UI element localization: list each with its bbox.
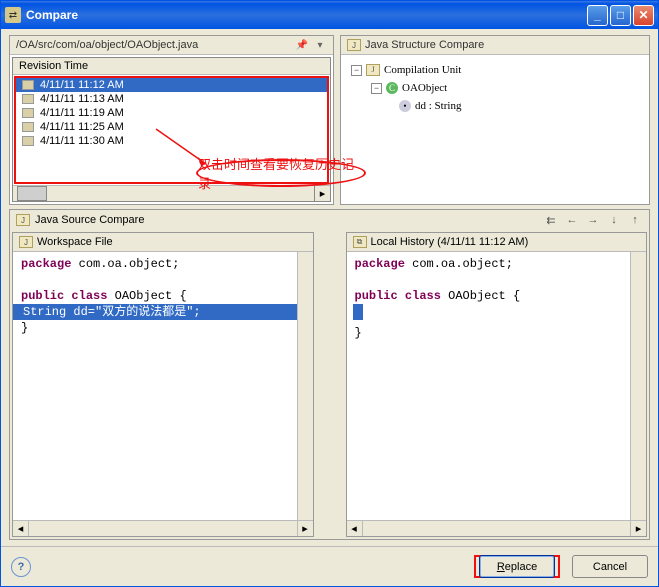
button-bar: ? Replace Cancel bbox=[1, 546, 658, 586]
source-compare-panel: J Java Source Compare ⇇ ← → ↓ ↑ J Workspa… bbox=[9, 209, 650, 540]
left-code[interactable]: package com.oa.object; public class OAOb… bbox=[13, 252, 297, 520]
menu-icon[interactable]: ▾ bbox=[313, 39, 327, 51]
tree-label: dd : String bbox=[415, 97, 461, 115]
right-title: Local History (4/11/11 11:12 AM) bbox=[371, 236, 529, 248]
replace-button[interactable]: Replace bbox=[479, 555, 555, 578]
revision-icon bbox=[22, 108, 34, 118]
titlebar[interactable]: ⇄ Compare _ □ ✕ bbox=[1, 1, 658, 29]
prev-diff-icon[interactable]: ↑ bbox=[627, 213, 643, 227]
field-icon: • bbox=[399, 100, 411, 112]
local-history-panel: ⧉ Local History (4/11/11 11:12 AM) packag… bbox=[346, 232, 648, 537]
code-keyword: package bbox=[355, 257, 405, 271]
horizontal-scrollbar[interactable]: ◂▸ bbox=[347, 520, 647, 536]
collapse-icon[interactable]: − bbox=[371, 83, 382, 94]
revision-item[interactable]: 4/11/11 11:25 AM bbox=[16, 120, 327, 134]
revision-item[interactable]: 4/11/11 11:19 AM bbox=[16, 106, 327, 120]
code-keyword: public bbox=[21, 289, 64, 303]
compare-dialog: ⇄ Compare _ □ ✕ /OA/src/com/oa/object/OA… bbox=[0, 0, 659, 587]
diff-line-highlight: String dd="双方的说法都是"; bbox=[13, 304, 297, 320]
code-text: OAObject { bbox=[441, 289, 520, 303]
revision-scrollbar[interactable]: ▸ bbox=[13, 185, 330, 201]
minimize-button[interactable]: _ bbox=[587, 5, 608, 26]
java-icon: J bbox=[16, 214, 30, 226]
revision-icon bbox=[22, 94, 34, 104]
revision-items: 4/11/11 11:12 AM 4/11/11 11:13 AM 4/11/1… bbox=[14, 76, 329, 184]
workspace-file-panel: J Workspace File package com.oa.object; p… bbox=[12, 232, 314, 537]
left-title: Workspace File bbox=[37, 236, 113, 248]
revision-time: 4/11/11 11:19 AM bbox=[40, 107, 124, 119]
code-keyword: class bbox=[64, 289, 107, 303]
revision-icon bbox=[22, 136, 34, 146]
window-icon: ⇄ bbox=[5, 7, 21, 23]
revision-time: 4/11/11 11:12 AM bbox=[40, 79, 124, 91]
file-path: /OA/src/com/oa/object/OAObject.java bbox=[16, 39, 198, 51]
revision-item[interactable]: 4/11/11 11:30 AM bbox=[16, 134, 327, 148]
horizontal-scrollbar[interactable]: ◂▸ bbox=[13, 520, 313, 536]
java-icon: J bbox=[19, 236, 33, 248]
diff-gutter bbox=[314, 232, 346, 537]
revision-icon bbox=[22, 122, 34, 132]
source-compare-title: Java Source Compare bbox=[35, 214, 144, 226]
replace-label: eplace bbox=[505, 561, 537, 573]
replace-button-highlight: Replace bbox=[474, 555, 560, 578]
code-keyword: class bbox=[398, 289, 441, 303]
collapse-icon[interactable]: − bbox=[351, 65, 362, 76]
tree-label: Compilation Unit bbox=[384, 61, 461, 79]
class-icon: C bbox=[386, 82, 398, 94]
revision-time: 4/11/11 11:13 AM bbox=[40, 93, 124, 105]
code-text: com.oa.object; bbox=[71, 257, 179, 271]
cancel-button[interactable]: Cancel bbox=[572, 555, 648, 578]
code-text: OAObject { bbox=[107, 289, 186, 303]
code-text: } bbox=[21, 321, 28, 335]
help-button[interactable]: ? bbox=[11, 557, 31, 577]
tree-label: OAObject bbox=[402, 79, 447, 97]
revision-panel: /OA/src/com/oa/object/OAObject.java 📌 ▾ … bbox=[9, 35, 334, 205]
cancel-label: Cancel bbox=[593, 561, 627, 573]
right-code[interactable]: package com.oa.object; public class OAOb… bbox=[347, 252, 631, 520]
cu-icon: J bbox=[366, 64, 380, 76]
copy-right-icon[interactable]: → bbox=[585, 213, 601, 227]
diff-line-highlight bbox=[353, 304, 363, 320]
code-text: } bbox=[355, 326, 362, 340]
vertical-scrollbar[interactable] bbox=[297, 252, 313, 520]
revision-item[interactable]: 4/11/11 11:13 AM bbox=[16, 92, 327, 106]
code-keyword: public bbox=[355, 289, 398, 303]
history-icon: ⧉ bbox=[353, 236, 367, 248]
copy-all-left-icon[interactable]: ⇇ bbox=[543, 213, 559, 227]
structure-title: Java Structure Compare bbox=[365, 39, 484, 51]
java-icon: J bbox=[347, 39, 361, 51]
revision-time: 4/11/11 11:30 AM bbox=[40, 135, 124, 147]
code-text: String dd="双方的说法都是"; bbox=[23, 305, 201, 319]
structure-panel: J Java Structure Compare − J Compilation… bbox=[340, 35, 650, 205]
code-keyword: package bbox=[21, 257, 71, 271]
close-button[interactable]: ✕ bbox=[633, 5, 654, 26]
revision-header: Revision Time bbox=[13, 58, 330, 75]
revision-time: 4/11/11 11:25 AM bbox=[40, 121, 124, 133]
maximize-button[interactable]: □ bbox=[610, 5, 631, 26]
window-title: Compare bbox=[26, 8, 587, 22]
pin-icon[interactable]: 📌 bbox=[295, 39, 309, 51]
vertical-scrollbar[interactable] bbox=[630, 252, 646, 520]
structure-tree[interactable]: − J Compilation Unit − C OAObject • dd :… bbox=[341, 55, 649, 204]
code-text: com.oa.object; bbox=[405, 257, 513, 271]
copy-left-icon[interactable]: ← bbox=[564, 213, 580, 227]
revision-icon bbox=[22, 80, 34, 90]
next-diff-icon[interactable]: ↓ bbox=[606, 213, 622, 227]
revision-item[interactable]: 4/11/11 11:12 AM bbox=[16, 78, 327, 92]
